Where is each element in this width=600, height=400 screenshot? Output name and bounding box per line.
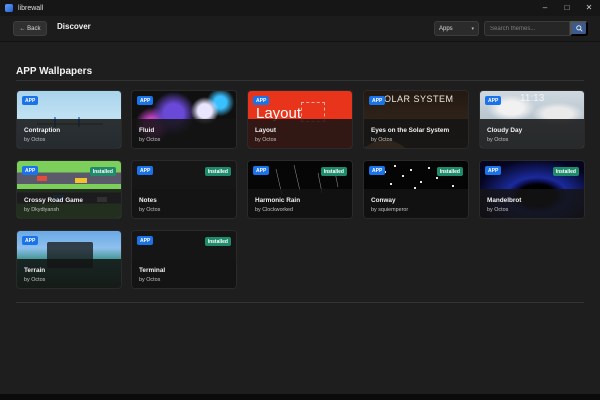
app-badge: APP bbox=[137, 236, 154, 245]
thumbnail-text: OLAR SYSTEM bbox=[384, 94, 454, 104]
divider bbox=[16, 302, 584, 303]
title-bar: librewall – □ ✕ bbox=[0, 0, 600, 16]
installed-badge: Installed bbox=[552, 167, 579, 176]
wallpaper-card-layout[interactable]: Layout APP Layout by Octos bbox=[247, 90, 353, 149]
card-title: Conway bbox=[371, 197, 396, 204]
card-title: Crossy Road Game bbox=[24, 197, 83, 204]
app-badge: APP bbox=[485, 166, 502, 175]
app-logo-icon bbox=[5, 4, 13, 12]
card-author: by squiemperor bbox=[371, 207, 409, 213]
wallpaper-card-contraption[interactable]: APP Contraption by Octos bbox=[16, 90, 122, 149]
app-badge: APP bbox=[137, 96, 154, 105]
card-author: by Octos bbox=[24, 137, 46, 143]
window-controls: – □ ✕ bbox=[534, 0, 600, 16]
card-author: by Octos bbox=[371, 137, 393, 143]
app-badge: APP bbox=[22, 96, 39, 105]
app-badge: APP bbox=[485, 96, 502, 105]
taskbar bbox=[0, 394, 600, 400]
card-title: Terminal bbox=[139, 267, 166, 274]
card-title: Eyes on the Solar System bbox=[371, 127, 450, 134]
installed-badge: Installed bbox=[89, 167, 116, 176]
card-title: Fluid bbox=[139, 127, 155, 134]
search-input[interactable] bbox=[484, 21, 570, 36]
app-badge: APP bbox=[253, 166, 270, 175]
back-button[interactable]: ← Back bbox=[13, 21, 47, 36]
card-author: by Octos bbox=[487, 207, 509, 213]
maximize-button[interactable]: □ bbox=[556, 0, 578, 16]
card-author: by Octos bbox=[139, 137, 161, 143]
app-badge: APP bbox=[22, 236, 39, 245]
card-title: Notes bbox=[139, 197, 157, 204]
app-badge: APP bbox=[22, 166, 39, 175]
installed-badge: Installed bbox=[204, 237, 231, 246]
search-icon bbox=[575, 25, 583, 32]
installed-badge: Installed bbox=[320, 167, 347, 176]
category-select[interactable]: Apps ▾ bbox=[434, 21, 479, 36]
card-author: by Octos bbox=[487, 137, 509, 143]
app-window: librewall – □ ✕ ← Back Discover Apps ▾ A… bbox=[0, 0, 600, 400]
app-badge: APP bbox=[369, 96, 386, 105]
search-button[interactable] bbox=[570, 21, 588, 36]
card-title: Terrain bbox=[24, 267, 46, 274]
card-author: by Dkydiyansh bbox=[24, 207, 60, 213]
wallpaper-card-conway[interactable]: APP Installed Conway by squiemperor bbox=[363, 160, 469, 219]
card-title: Mandelbrot bbox=[487, 197, 522, 204]
card-author: by Clockworked bbox=[255, 207, 294, 213]
app-badge: APP bbox=[137, 166, 154, 175]
window-title: librewall bbox=[18, 4, 44, 12]
close-button[interactable]: ✕ bbox=[578, 0, 600, 16]
card-author: by Octos bbox=[139, 207, 161, 213]
category-select-value: Apps bbox=[439, 25, 453, 32]
card-author: by Octos bbox=[255, 137, 277, 143]
card-title: Cloudy Day bbox=[487, 127, 523, 134]
top-toolbar: ← Back Discover Apps ▾ bbox=[0, 16, 600, 42]
section-title: APP Wallpapers bbox=[16, 66, 93, 77]
chevron-down-icon: ▾ bbox=[471, 25, 474, 32]
wallpaper-card-cloudy-day[interactable]: 11:13 APP Cloudy Day by Octos bbox=[479, 90, 585, 149]
installed-badge: Installed bbox=[436, 167, 463, 176]
wallpaper-card-mandelbrot[interactable]: APP Installed Mandelbrot by Octos bbox=[479, 160, 585, 219]
minimize-button[interactable]: – bbox=[534, 0, 556, 16]
card-title: Contraption bbox=[24, 127, 61, 134]
wallpaper-card-crossy-road[interactable]: APP Installed Crossy Road Game by Dkydiy… bbox=[16, 160, 122, 219]
wallpaper-card-harmonic-rain[interactable]: APP Installed Harmonic Rain by Clockwork… bbox=[247, 160, 353, 219]
wallpaper-card-notes[interactable]: APP Installed Notes by Octos bbox=[131, 160, 237, 219]
card-author: by Octos bbox=[139, 277, 161, 283]
wallpaper-card-solar-system[interactable]: OLAR SYSTEM APP Eyes on the Solar System… bbox=[363, 90, 469, 149]
page-title: Discover bbox=[57, 22, 91, 31]
card-author: by Octos bbox=[24, 277, 46, 283]
app-badge: APP bbox=[369, 166, 386, 175]
app-badge: APP bbox=[253, 96, 270, 105]
divider bbox=[16, 80, 584, 81]
card-title: Harmonic Rain bbox=[255, 197, 301, 204]
thumbnail-text: 11:13 bbox=[520, 93, 545, 104]
installed-badge: Installed bbox=[204, 167, 231, 176]
wallpaper-card-terminal[interactable]: APP Installed Terminal by Octos bbox=[131, 230, 237, 289]
wallpaper-card-fluid[interactable]: APP Fluid by Octos bbox=[131, 90, 237, 149]
card-title: Layout bbox=[255, 127, 276, 134]
wallpaper-card-terrain[interactable]: APP Terrain by Octos bbox=[16, 230, 122, 289]
